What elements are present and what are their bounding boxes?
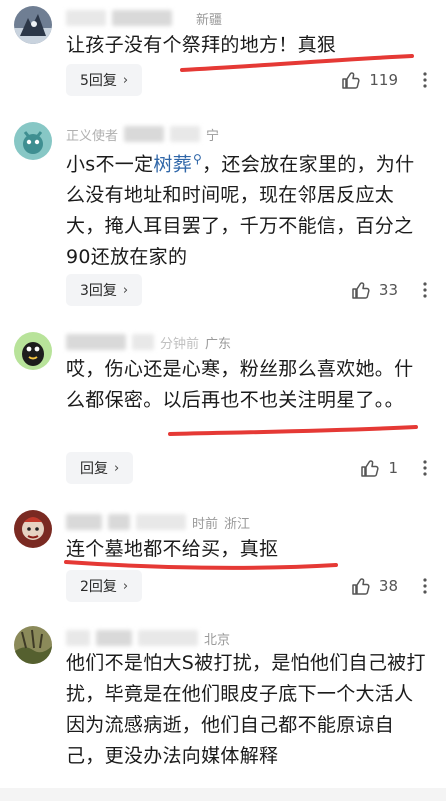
timestamp: 分钟前	[160, 336, 200, 352]
comment-text: 连个墓地都不给买，真抠	[66, 538, 279, 560]
comment-meta: 正义使者 宁	[66, 124, 219, 144]
comment-text: 小s不一定树葬⚲，还会放在家里的，为什么没有地址和时间呢，现在邻居反应太大，掩人…	[66, 152, 415, 269]
replies-label: 2回复	[80, 579, 117, 595]
search-link[interactable]: 树葬	[153, 153, 192, 175]
replies-button[interactable]: 回复 ›	[66, 452, 134, 484]
chevron-right-icon: ›	[114, 460, 120, 476]
comment-meta: 新疆	[66, 8, 222, 28]
bottom-bar	[0, 788, 446, 801]
timestamp: 时前	[192, 516, 219, 532]
user-location: 新疆	[196, 12, 223, 28]
user-location: 宁	[206, 128, 220, 144]
more-icon[interactable]	[414, 64, 436, 96]
replies-label: 回复	[80, 461, 108, 477]
like-button[interactable]: 38	[351, 570, 398, 602]
avatar[interactable]	[14, 510, 52, 548]
user-name-fragment: 正义使者	[66, 128, 119, 144]
thumbs-up-icon	[361, 460, 380, 477]
chevron-right-icon: ›	[122, 282, 129, 298]
avatar[interactable]	[14, 626, 52, 664]
comment-meta: 北京	[66, 628, 230, 648]
avatar[interactable]	[14, 122, 52, 160]
like-button[interactable]: 119	[341, 64, 398, 96]
like-count: 33	[378, 281, 398, 299]
comment-text: 他们不是怕大S被打扰，是怕他们自己被打扰，毕竟是在他们眼皮子底下一个大活人因为流…	[66, 652, 426, 767]
like-count: 119	[369, 71, 398, 89]
more-icon[interactable]	[414, 274, 436, 306]
replies-button[interactable]: 3回复 ›	[66, 274, 143, 306]
comment-text: 让孩子没有个祭拜的地方！真狠	[66, 34, 337, 56]
like-button[interactable]: 33	[351, 274, 398, 306]
replies-label: 5回复	[80, 73, 117, 89]
chevron-right-icon: ›	[122, 578, 129, 594]
like-count: 1	[388, 459, 398, 477]
more-icon[interactable]	[414, 452, 436, 484]
replies-button[interactable]: 2回复 ›	[66, 570, 143, 602]
like-count: 38	[378, 577, 398, 595]
replies-button[interactable]: 5回复 ›	[66, 64, 143, 96]
chevron-right-icon: ›	[122, 72, 129, 88]
comment-meta: 时前 浙江	[66, 512, 250, 532]
thumbs-up-icon	[342, 72, 360, 89]
user-location: 浙江	[224, 516, 251, 532]
thumbs-up-icon	[352, 578, 370, 595]
avatar[interactable]	[14, 6, 52, 44]
avatar[interactable]	[14, 332, 52, 370]
comment-meta: 分钟前 广东	[66, 332, 231, 352]
replies-label: 3回复	[80, 283, 117, 299]
search-icon[interactable]: ⚲	[193, 152, 202, 166]
thumbs-up-icon	[352, 282, 370, 299]
user-location: 广东	[205, 336, 232, 352]
comment-text: 哎，伤心还是心寒，粉丝那么喜欢她。什么都保密。以后再也不也关注明星了。。	[66, 358, 414, 411]
user-location: 北京	[204, 632, 231, 648]
red-underline	[168, 425, 418, 436]
like-button[interactable]: 1	[360, 452, 398, 484]
more-icon[interactable]	[414, 570, 436, 602]
